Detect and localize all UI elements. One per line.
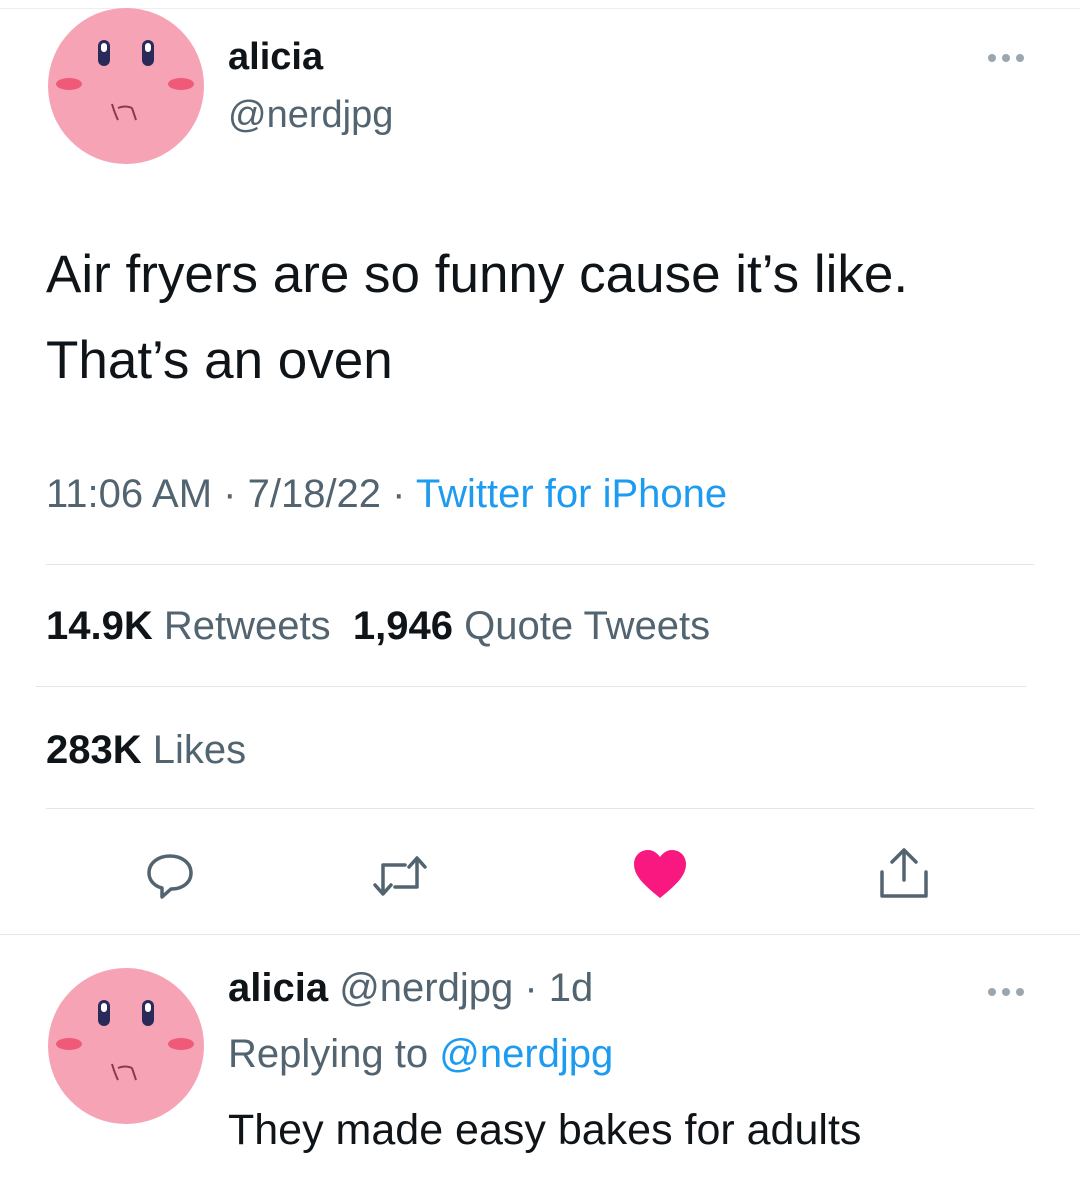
avatar-mouth [111, 103, 137, 121]
reply-more-icon[interactable] [988, 988, 1024, 996]
likes-label: Likes [152, 728, 247, 772]
divider [36, 686, 1026, 687]
reply-author-avatar[interactable] [48, 968, 204, 1124]
reply-separator: · [513, 966, 549, 1010]
avatar-blush-right [168, 1038, 194, 1050]
reply-author-name[interactable]: alicia [228, 966, 328, 1010]
more-icon[interactable] [988, 54, 1024, 62]
reply-text: They made easy bakes for adults [228, 1106, 862, 1154]
share-button[interactable] [874, 842, 934, 902]
reply-header: alicia @nerdjpg · 1d [228, 966, 593, 1011]
quotes-count: 1,946 [352, 604, 453, 648]
share-icon [880, 848, 928, 898]
author-avatar[interactable] [48, 8, 204, 164]
retweet-icon [373, 856, 427, 896]
reply-bubble-icon [147, 854, 193, 899]
retweets-stat[interactable]: 14.9K Retweets [46, 604, 331, 648]
likes-count: 283K [46, 728, 142, 772]
retweet-button[interactable] [370, 846, 430, 906]
author-handle[interactable]: @nerdjpg [228, 94, 393, 137]
author-name[interactable]: alicia [228, 36, 323, 79]
tweet-source[interactable]: Twitter for iPhone [416, 472, 727, 516]
top-divider [0, 8, 1080, 9]
reply-button[interactable] [140, 846, 200, 906]
replying-to-mention[interactable]: @nerdjpg [439, 1032, 613, 1076]
avatar-blush-right [168, 78, 194, 90]
retweets-label: Retweets [163, 604, 331, 648]
replying-to-label: Replying to [228, 1032, 429, 1076]
avatar-mouth [111, 1063, 137, 1081]
avatar-blush-left [56, 1038, 82, 1050]
quotes-label: Quote Tweets [464, 604, 711, 648]
reply-age[interactable]: 1d [549, 966, 594, 1010]
replying-to: Replying to @nerdjpg [228, 1032, 613, 1077]
meta-separator: · [381, 472, 416, 516]
avatar-eye-right [142, 1000, 154, 1026]
reply-author-handle[interactable]: @nerdjpg [339, 966, 513, 1010]
quotes-stat[interactable]: 1,946 Quote Tweets [353, 604, 710, 648]
likes-stat[interactable]: 283K Likes [46, 728, 246, 773]
meta-separator: · [212, 472, 248, 516]
like-button[interactable] [630, 844, 690, 904]
divider [46, 808, 1034, 809]
avatar-blush-left [56, 78, 82, 90]
tweet-text: Air fryers are so funny cause it’s like.… [46, 245, 909, 390]
tweet-meta: 11:06 AM · 7/18/22 · Twitter for iPhone [46, 472, 727, 517]
tweet-time: 11:06 AM [46, 472, 213, 516]
retweet-quote-stats: 14.9K Retweets 1,946 Quote Tweets [46, 604, 710, 649]
section-divider [0, 934, 1080, 935]
avatar-eye-left [98, 40, 110, 66]
avatar-eye-left [98, 1000, 110, 1026]
avatar-eye-right [142, 40, 154, 66]
heart-icon [634, 850, 686, 898]
divider [46, 564, 1034, 565]
tweet-date[interactable]: 7/18/22 [248, 472, 381, 516]
retweets-count: 14.9K [46, 604, 153, 648]
